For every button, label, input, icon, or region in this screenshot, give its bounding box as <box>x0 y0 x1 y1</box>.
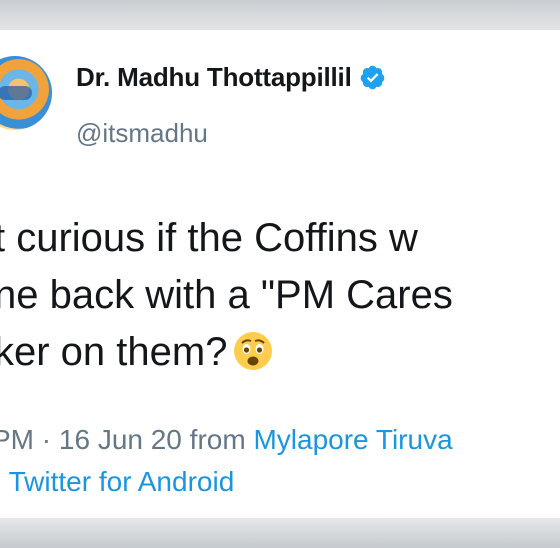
tweet-text-line-1: t curious if the Coffins w <box>0 216 418 260</box>
tweet-text-line-3: ker on them? <box>0 324 560 381</box>
from-label: from <box>181 424 254 455</box>
tweet-text: t curious if the Coffins w ne back with a… <box>0 210 560 381</box>
source-link[interactable]: Twitter for Android <box>9 466 235 497</box>
tweet-card: Dr. Madhu Thottappillil @itsmadhu t curi… <box>0 30 560 518</box>
tweet-text-line-2: ne back with a "PM Cares <box>0 273 453 317</box>
source-separator: · <box>0 466 9 497</box>
top-background-strip <box>0 0 560 30</box>
anguished-face-emoji <box>234 332 273 370</box>
tweet-meta: PM · 16 Jun 20 from Mylapore Tiruva <box>0 420 453 460</box>
location-link[interactable]: Mylapore Tiruva <box>253 424 452 455</box>
tweet-text-line-3-text: ker on them? <box>0 330 228 374</box>
bottom-background-strip <box>0 518 560 548</box>
tweet-date[interactable]: 16 Jun 20 <box>59 424 182 455</box>
tweet-time[interactable]: PM <box>0 424 34 455</box>
author-handle[interactable]: @itsmadhu <box>76 118 208 149</box>
author-row: Dr. Madhu Thottappillil <box>76 62 386 93</box>
tweet-source-row: · Twitter for Android <box>0 462 234 502</box>
verified-badge-icon <box>360 65 384 90</box>
author-name[interactable]: Dr. Madhu Thottappillil <box>76 62 352 93</box>
meta-separator: · <box>34 424 59 455</box>
avatar[interactable] <box>0 56 52 130</box>
